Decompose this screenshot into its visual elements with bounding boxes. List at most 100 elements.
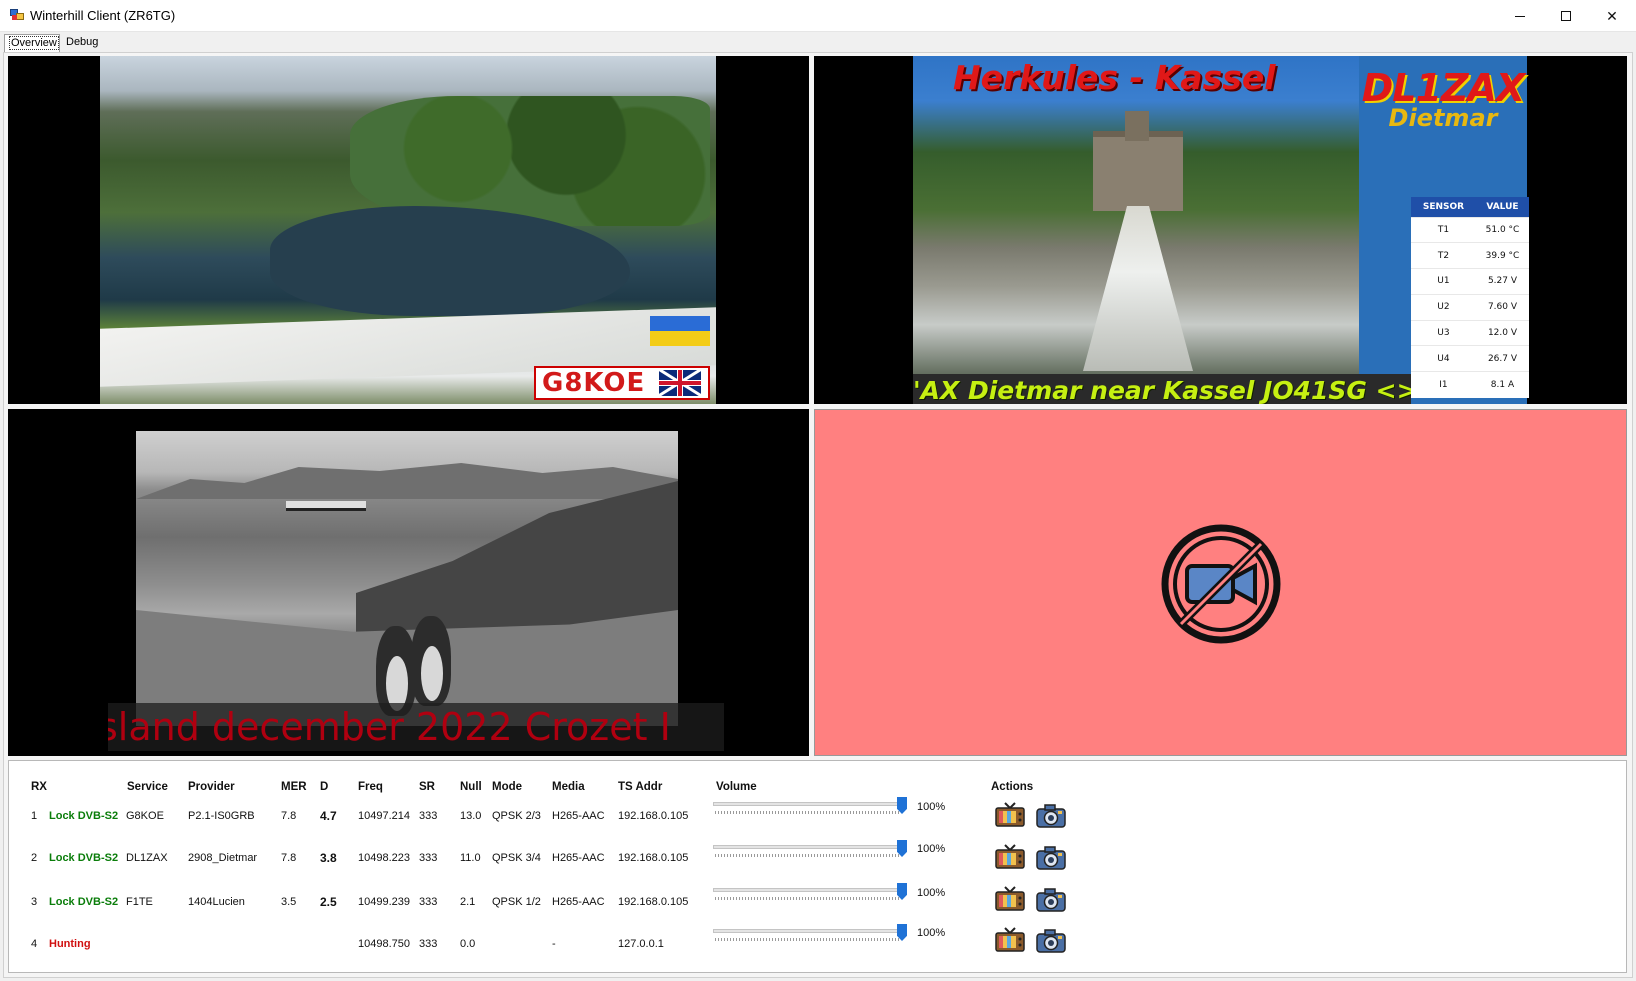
row-sr: 333 bbox=[419, 896, 438, 908]
maximize-button[interactable] bbox=[1543, 0, 1589, 32]
tab-overview[interactable]: Overview bbox=[4, 34, 60, 52]
snapshot-button[interactable] bbox=[1036, 845, 1066, 871]
callsign-overlay: G8KOE bbox=[534, 366, 710, 400]
sensor-name: I1 bbox=[1411, 371, 1476, 398]
sensor-value: 5.27 V bbox=[1475, 268, 1529, 295]
video-panel-2[interactable]: Herkules - Kassel DL1ZAX Dietmar SENSOR … bbox=[814, 56, 1627, 404]
tab-debug[interactable]: Debug bbox=[62, 34, 102, 52]
col-mode: Mode bbox=[492, 781, 523, 793]
volume-value: 100% bbox=[917, 801, 946, 813]
ticker-text: 'AX Dietmar near Kassel JO41SG <> DAT bbox=[913, 376, 1411, 404]
maximize-icon bbox=[1561, 11, 1571, 21]
ukraine-flag-icon bbox=[650, 316, 710, 346]
row-media: H265-AAC bbox=[552, 852, 605, 864]
row-ts-addr: 192.168.0.105 bbox=[618, 896, 689, 908]
tab-overview-label: Overview bbox=[9, 36, 59, 50]
tab-debug-label: Debug bbox=[66, 36, 99, 48]
sensor-value: 26.7 V bbox=[1475, 345, 1529, 372]
volume-slider[interactable] bbox=[713, 797, 909, 817]
camera-icon bbox=[1036, 846, 1066, 870]
row-rx: 4 bbox=[31, 938, 38, 950]
col-mer: MER bbox=[281, 781, 307, 793]
row-freq: 10497.214 bbox=[358, 810, 410, 822]
no-video-icon bbox=[1161, 524, 1281, 644]
row-sr: 333 bbox=[419, 810, 438, 822]
row-sr: 333 bbox=[419, 852, 438, 864]
row-d: 3.8 bbox=[320, 851, 337, 865]
col-null: Null bbox=[460, 781, 482, 793]
row-d: 4.7 bbox=[320, 809, 337, 823]
row-mode: QPSK 3/4 bbox=[492, 852, 541, 864]
sensor-value: 51.0 °C bbox=[1475, 216, 1529, 243]
sensor-value: 8.1 A bbox=[1475, 371, 1529, 398]
row-service: DL1ZAX bbox=[126, 852, 168, 864]
tv-icon bbox=[995, 802, 1025, 827]
caption-text: sland december 2022 Crozet I bbox=[108, 705, 671, 749]
row-mer: 7.8 bbox=[281, 810, 297, 822]
row-rx: 3 bbox=[31, 896, 38, 908]
title-bar: Winterhill Client (ZR6TG) ✕ bbox=[0, 0, 1636, 32]
sensor-name: U4 bbox=[1411, 345, 1476, 372]
row-null: 2.1 bbox=[460, 896, 476, 908]
sensor-name: T2 bbox=[1411, 242, 1476, 269]
sensor-name: T1 bbox=[1411, 216, 1476, 243]
tv-icon bbox=[995, 927, 1025, 952]
video-panel-3[interactable]: sland december 2022 Crozet I bbox=[8, 409, 809, 756]
snapshot-button[interactable] bbox=[1036, 928, 1066, 954]
sensor-header: SENSOR bbox=[1411, 197, 1476, 217]
col-sr: SR bbox=[419, 781, 435, 793]
volume-value: 100% bbox=[917, 927, 946, 939]
station-logo: DL1ZAX Dietmar bbox=[1359, 66, 1527, 132]
row-media: H265-AAC bbox=[552, 810, 605, 822]
view-tv-button[interactable] bbox=[995, 843, 1025, 871]
close-button[interactable]: ✕ bbox=[1589, 0, 1635, 32]
receiver-status-table: RX Service Provider MER D Freq SR Null M… bbox=[8, 760, 1627, 973]
sensor-name: U3 bbox=[1411, 319, 1476, 346]
row-provider: P2.1-IS0GRB bbox=[188, 810, 255, 822]
sensor-value: 7.60 V bbox=[1475, 293, 1529, 321]
row-null: 0.0 bbox=[460, 938, 476, 950]
sensor-name: U1 bbox=[1411, 268, 1476, 295]
row-media: H265-AAC bbox=[552, 896, 605, 908]
video-panel-1[interactable]: G8KOE bbox=[8, 56, 809, 404]
volume-slider[interactable] bbox=[713, 924, 909, 944]
ticker-bar: 'AX Dietmar near Kassel JO41SG <> DAT bbox=[913, 374, 1411, 404]
tab-strip: Overview Debug bbox=[0, 32, 1636, 52]
row-ts-addr: 127.0.0.1 bbox=[618, 938, 664, 950]
snapshot-button[interactable] bbox=[1036, 803, 1066, 829]
col-provider: Provider bbox=[188, 781, 235, 793]
row-state: Hunting bbox=[49, 938, 91, 950]
row-freq: 10498.223 bbox=[358, 852, 410, 864]
col-service: Service bbox=[127, 781, 168, 793]
window-title: Winterhill Client (ZR6TG) bbox=[30, 8, 176, 23]
row-service: F1TE bbox=[126, 896, 153, 908]
row-mer: 3.5 bbox=[281, 896, 297, 908]
minimize-button[interactable] bbox=[1497, 0, 1543, 32]
col-media: Media bbox=[552, 781, 585, 793]
row-media: - bbox=[552, 938, 556, 950]
view-tv-button[interactable] bbox=[995, 801, 1025, 829]
view-tv-button[interactable] bbox=[995, 885, 1025, 913]
snapshot-button[interactable] bbox=[1036, 887, 1066, 913]
volume-slider[interactable] bbox=[713, 840, 909, 860]
row-mode: QPSK 1/2 bbox=[492, 896, 541, 908]
row-provider: 2908_Dietmar bbox=[188, 852, 258, 864]
uk-flag-icon bbox=[659, 370, 702, 396]
col-ts-addr: TS Addr bbox=[618, 781, 663, 793]
view-tv-button[interactable] bbox=[995, 926, 1025, 954]
volume-slider[interactable] bbox=[713, 883, 909, 903]
row-freq: 10499.239 bbox=[358, 896, 410, 908]
row-rx: 2 bbox=[31, 852, 38, 864]
callsign-text: G8KOE bbox=[542, 368, 646, 398]
camera-icon bbox=[1036, 929, 1066, 953]
sensor-table: SENSOR VALUE T1 51.0 °C T2 39.9 °C U1 5.27 … bbox=[1411, 197, 1529, 398]
minimize-icon bbox=[1515, 15, 1525, 17]
row-sr: 333 bbox=[419, 938, 438, 950]
row-state: Lock DVB-S2 bbox=[49, 852, 119, 864]
video-frame-1: G8KOE bbox=[100, 56, 716, 404]
col-freq: Freq bbox=[358, 781, 383, 793]
camera-icon bbox=[1036, 804, 1066, 828]
video-panel-4[interactable] bbox=[814, 409, 1627, 756]
row-mode: QPSK 2/3 bbox=[492, 810, 541, 822]
tv-icon bbox=[995, 844, 1025, 869]
